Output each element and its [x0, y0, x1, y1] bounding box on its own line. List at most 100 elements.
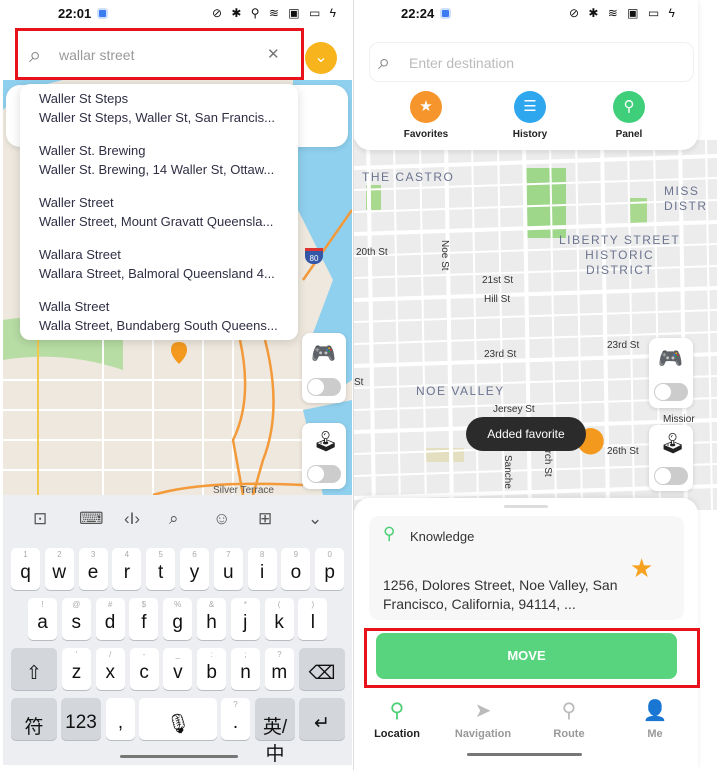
gamepad-toggle[interactable]: [654, 383, 688, 401]
tab-route[interactable]: ⚲ Route: [529, 698, 609, 740]
drag-handle[interactable]: [504, 505, 548, 508]
right-screen: THE CASTRO MISS DISTR LIBERTY STREET HIS…: [353, 0, 717, 770]
street-label: Jersey St: [493, 404, 535, 415]
key-i[interactable]: 8i: [247, 548, 277, 590]
favorites-button[interactable]: ★ Favorites: [386, 91, 466, 140]
favorite-star-icon[interactable]: ★: [630, 553, 653, 584]
key-s[interactable]: @ s: [61, 598, 91, 640]
key-label: p: [324, 562, 335, 583]
key-j[interactable]: * j: [230, 598, 260, 640]
panel-button[interactable]: ⚲ Panel: [589, 91, 669, 140]
key-u[interactable]: 7u: [213, 548, 243, 590]
key-n[interactable]: ; n: [231, 648, 260, 690]
history-button[interactable]: ☰ History: [490, 91, 570, 140]
key-o[interactable]: 9o: [281, 548, 311, 590]
suggestion-title: Wallara Street: [39, 247, 121, 262]
key-y[interactable]: 6y: [180, 548, 209, 590]
enter-key[interactable]: ↵: [299, 698, 345, 740]
key-label: k: [274, 612, 284, 633]
key-hint: @: [72, 600, 81, 609]
street: [419, 140, 427, 510]
collapse-button[interactable]: ⌄: [305, 42, 337, 74]
district-label: MISS DISTR: [664, 184, 708, 213]
space-key[interactable]: 🎙: [139, 698, 217, 740]
highlight-box: [364, 628, 700, 688]
language-key[interactable]: 英/中: [255, 698, 295, 765]
joystick-icon: 🕹: [660, 433, 686, 455]
key-r[interactable]: 4r: [112, 548, 142, 590]
street: [354, 309, 717, 323]
key-h[interactable]: & h: [197, 598, 226, 640]
notification-icon: [97, 8, 109, 19]
chevron-down-icon[interactable]: ⌄: [308, 509, 322, 529]
key-f[interactable]: $ f: [129, 598, 159, 640]
key-z[interactable]: ' z: [62, 648, 91, 690]
key-l[interactable]: ) l: [298, 598, 328, 640]
key-hint: 4: [124, 550, 130, 559]
tab-label: Navigation: [454, 728, 512, 740]
symbols-key[interactable]: 符: [11, 698, 57, 740]
key-c[interactable]: -c: [129, 648, 159, 690]
key-label: s: [71, 612, 82, 633]
joystick-toggle[interactable]: [654, 467, 688, 485]
key-b[interactable]: :b: [197, 648, 227, 690]
cursor-icon[interactable]: ‹I›: [124, 509, 140, 529]
key-e[interactable]: 3e: [78, 548, 108, 590]
key-hint: (: [277, 600, 281, 609]
map[interactable]: THE CASTRO MISS DISTR LIBERTY STREET HIS…: [354, 140, 717, 510]
backspace-key[interactable]: ⌫: [299, 648, 345, 690]
key-label: ⇧: [26, 663, 42, 684]
suggestion-title: Waller St Steps: [39, 91, 129, 106]
key-label: ,: [117, 712, 124, 733]
key-p[interactable]: 0p: [315, 548, 345, 590]
destination-input[interactable]: ⌕ Enter destination: [369, 42, 694, 82]
key-label: t: [158, 562, 164, 583]
key-label: o: [290, 562, 302, 583]
keyboard-icon[interactable]: ⌨: [79, 509, 104, 529]
tab-location[interactable]: ⚲ Location: [357, 698, 437, 740]
gamepad-toggle[interactable]: [307, 378, 341, 396]
key-k[interactable]: (k: [264, 598, 294, 640]
street: [354, 154, 717, 170]
key-q[interactable]: 1q: [11, 548, 40, 590]
gamepad-icon: 🎮: [658, 348, 683, 370]
key-v[interactable]: _ v: [163, 648, 193, 690]
key-a[interactable]: ! a: [28, 598, 57, 640]
route-icon: ⚲: [561, 700, 577, 722]
key-label: b: [206, 662, 217, 683]
key-hint: !: [41, 600, 44, 609]
notification-icon: [440, 8, 452, 19]
gamepad-icon: 🎮: [311, 343, 336, 365]
left-screen: 22:01 ⊘ ✱ ⚲ ≋ ▣ ▭ ϟ 80 Silver Terrace ⌕ …: [0, 0, 352, 770]
shift-key[interactable]: ⇧: [11, 648, 57, 690]
numbers-key[interactable]: 123: [61, 698, 101, 740]
key-label: n: [240, 662, 251, 683]
period-key[interactable]: ?.: [221, 698, 250, 740]
search-icon[interactable]: ⌕: [169, 509, 179, 529]
key-t[interactable]: 5t: [146, 548, 176, 590]
key-g[interactable]: % g: [163, 598, 193, 640]
tab-me[interactable]: 👤 Me: [615, 698, 695, 740]
clipboard-icon[interactable]: ⊡: [33, 509, 47, 529]
key-hint: 8: [259, 550, 265, 559]
key-label: x: [105, 662, 116, 683]
key-hint: ;: [244, 650, 247, 659]
status-icons: ⊘ ✱ ≋ ▣ ▭ ϟ: [569, 6, 678, 20]
suggestion-subtitle: Waller St Steps, Waller St, San Francis.…: [39, 110, 275, 125]
comma-key[interactable]: ,: [106, 698, 135, 740]
interstate-shield: 80: [305, 248, 323, 264]
joystick-control: 🕹: [302, 423, 346, 489]
joystick-toggle[interactable]: [307, 465, 341, 483]
emoji-icon[interactable]: ☺: [213, 509, 230, 529]
search-placeholder: Enter destination: [409, 55, 515, 71]
key-m[interactable]: ? m: [264, 648, 294, 690]
apps-icon[interactable]: ⊞: [258, 509, 272, 529]
key-label: 🎙: [165, 714, 191, 735]
street-label: 20th St: [356, 247, 388, 258]
tab-navigation[interactable]: ➤ Navigation: [443, 698, 523, 740]
key-d[interactable]: # d: [95, 598, 125, 640]
key-x[interactable]: / x: [95, 648, 125, 690]
key-label: ↵: [314, 713, 330, 734]
status-time: 22:01: [58, 6, 109, 21]
key-w[interactable]: 2w: [44, 548, 74, 590]
